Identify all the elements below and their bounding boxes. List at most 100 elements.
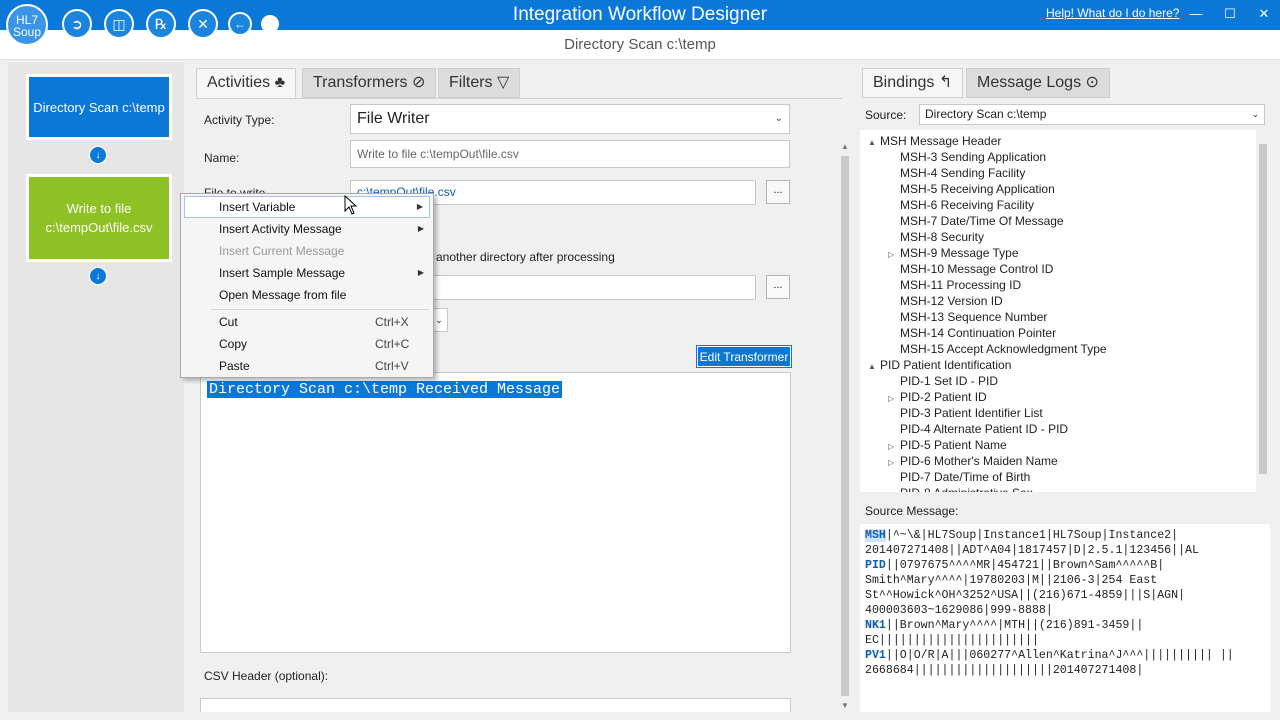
message-line: PID||0797675^^^^MR|454721||Brown^Sam^^^^… xyxy=(865,559,1165,572)
source-select[interactable]: Directory Scan c:\temp ⌄ xyxy=(919,104,1265,125)
mouse-cursor-icon xyxy=(344,195,358,215)
tree-node[interactable]: ▲ PID Patient Identification xyxy=(868,358,1011,374)
expand-toggle-icon[interactable]: ▷ xyxy=(888,250,900,259)
context-menu: Insert Variable ▶ Insert Activity Messag… xyxy=(180,193,434,378)
scroll-up-icon[interactable]: ▲ xyxy=(838,142,852,151)
arrow-down-icon[interactable]: ↓ xyxy=(89,267,107,285)
exit-icon[interactable]: ➲ xyxy=(62,9,92,39)
message-line: NK1||Brown^Mary^^^^|MTH||(216)891-3459|| xyxy=(865,619,1144,632)
menu-item-open-message-from-file[interactable]: Open Message from file xyxy=(184,284,430,306)
tree-node[interactable]: ▷ PID-6 Mother's Maiden Name xyxy=(888,454,1058,470)
scrollbar-thumb[interactable] xyxy=(841,156,849,696)
name-field[interactable]: Write to file c:\tempOut\file.csv xyxy=(350,140,790,168)
scrollbar-thumb[interactable] xyxy=(1259,144,1267,474)
tab-filters[interactable]: Filters ▽ xyxy=(438,68,521,98)
menu-item-label: Copy xyxy=(219,337,248,351)
tree-node[interactable]: PID-7 Date/Time of Birth xyxy=(888,470,1030,486)
close-window-icon[interactable]: ✕ xyxy=(1252,4,1276,24)
tree-node[interactable]: MSH-14 Continuation Pointer xyxy=(888,326,1056,342)
save-icon[interactable]: ◫ xyxy=(104,9,134,39)
tree-node[interactable]: PID-3 Patient Identifier List xyxy=(888,406,1043,422)
tree-node[interactable]: MSH-7 Date/Time Of Message xyxy=(888,214,1064,230)
menu-item-label: Open Message from file xyxy=(219,288,347,302)
menu-item-insert-sample-message[interactable]: Insert Sample Message ▶ xyxy=(184,262,430,284)
tree-node-label: PID-5 Patient Name xyxy=(900,438,1007,452)
tree-node[interactable]: MSH-13 Sequence Number xyxy=(888,310,1047,326)
back-icon[interactable]: ← xyxy=(228,12,252,36)
close-icon[interactable]: ✕ xyxy=(188,9,218,39)
minimize-icon[interactable]: — xyxy=(1184,4,1208,24)
tree-node[interactable]: MSH-10 Message Control ID xyxy=(888,262,1053,278)
vertical-scrollbar[interactable]: ▲ ▼ xyxy=(838,140,852,712)
workflow-card-receiver[interactable]: Directory Scan c:\temp xyxy=(26,74,172,140)
expand-toggle-icon[interactable]: ▷ xyxy=(888,394,900,403)
menu-item-label: Insert Sample Message xyxy=(219,266,346,280)
menu-item-insert-activity-message[interactable]: Insert Activity Message ▶ xyxy=(184,218,430,240)
tree-node-label: MSH-5 Receiving Application xyxy=(900,182,1055,196)
expand-toggle-icon[interactable]: ▷ xyxy=(888,458,900,467)
tree-node[interactable]: PID-4 Alternate Patient ID - PID xyxy=(888,422,1068,438)
expand-toggle-icon[interactable]: ▲ xyxy=(868,138,880,147)
tab-activities[interactable]: Activities ♣ xyxy=(196,68,297,98)
tree-node[interactable]: MSH-4 Sending Facility xyxy=(888,166,1025,182)
arrow-down-icon[interactable]: ↓ xyxy=(89,146,107,164)
menu-separator xyxy=(211,309,429,310)
validate-icon[interactable]: ℞ xyxy=(146,9,176,39)
expand-toggle-icon[interactable]: ▷ xyxy=(888,442,900,451)
tab-bindings[interactable]: Bindings ↰ xyxy=(862,68,964,98)
message-line: 2668684||||||||||||||||||||201407271408| xyxy=(865,664,1144,677)
status-dot xyxy=(261,15,279,33)
tree-node[interactable]: MSH-15 Accept Acknowledgment Type xyxy=(888,342,1107,358)
workflow-card-file-writer[interactable]: Write to file c:\tempOut\file.csv xyxy=(26,174,172,262)
move-after-processing-label: another directory after processing xyxy=(436,250,615,264)
chevron-down-icon: ⌄ xyxy=(1251,109,1259,119)
menu-shortcut: Ctrl+C xyxy=(375,337,410,351)
menu-item-paste[interactable]: Paste Ctrl+V xyxy=(184,355,430,377)
tree-node[interactable]: MSH-5 Receiving Application xyxy=(888,182,1055,198)
tree-node[interactable]: ▲ MSH Message Header xyxy=(868,134,1001,150)
tab-divider xyxy=(196,98,842,99)
tree-scrollbar[interactable] xyxy=(1256,130,1270,492)
tree-node[interactable]: MSH-8 Security xyxy=(888,230,984,246)
message-line: 400003603~1629086|999-8888| xyxy=(865,604,1053,617)
tree-node[interactable]: ▷ MSH-9 Message Type xyxy=(888,246,1019,262)
message-template-editor[interactable]: Directory Scan c:\temp Received Message xyxy=(200,372,791,653)
maximize-icon[interactable]: ☐ xyxy=(1218,4,1242,24)
chevron-down-icon: ⌄ xyxy=(774,113,783,124)
tree-node[interactable]: MSH-11 Processing ID xyxy=(888,278,1021,294)
tree-node[interactable]: PID-1 Set ID - PID xyxy=(888,374,998,390)
browse-directory-button[interactable]: ... xyxy=(766,275,790,299)
tree-node-label: PID-8 Administrative Sex xyxy=(900,486,1033,492)
tree-node[interactable]: ▷ PID-2 Patient ID xyxy=(888,390,987,406)
tree-node-label: MSH-6 Receiving Facility xyxy=(900,198,1035,212)
scroll-down-icon[interactable]: ▼ xyxy=(838,701,852,710)
csv-header-label: CSV Header (optional): xyxy=(204,669,329,683)
menu-item-copy[interactable]: Copy Ctrl+C xyxy=(184,333,430,355)
menu-item-insert-variable[interactable]: Insert Variable ▶ xyxy=(184,196,430,218)
tree-node[interactable]: MSH-12 Version ID xyxy=(888,294,1003,310)
csv-header-field[interactable] xyxy=(200,698,791,712)
browse-file-button[interactable]: ... xyxy=(766,180,790,204)
menu-item-cut[interactable]: Cut Ctrl+X xyxy=(184,311,430,333)
source-message-view[interactable]: MSH|^~\&|HL7Soup|Instance1|HL7Soup|Insta… xyxy=(860,524,1270,712)
help-link[interactable]: Help! What do I do here? xyxy=(1046,6,1179,20)
tree-node[interactable]: PID-8 Administrative Sex xyxy=(888,486,1033,492)
menu-shortcut: Ctrl+V xyxy=(375,359,409,373)
expand-toggle-icon[interactable]: ▲ xyxy=(868,362,880,371)
workflow-card-label: Write to file c:\tempOut\file.csv xyxy=(45,201,153,235)
activity-type-select[interactable]: File Writer ⌄ xyxy=(350,104,790,134)
tab-transformers[interactable]: Transformers ⊘ xyxy=(302,68,437,98)
menu-item-label: Insert Current Message xyxy=(219,244,345,258)
menu-item-insert-current-message: Insert Current Message xyxy=(184,240,430,262)
tab-message-logs[interactable]: Message Logs ⊙ xyxy=(966,68,1110,98)
tree-node-label: MSH-14 Continuation Pointer xyxy=(900,326,1057,340)
message-line: St^^Howick^OH^3252^USA||(216)671-4859|||… xyxy=(865,589,1186,602)
tree-node[interactable]: MSH-3 Sending Application xyxy=(888,150,1046,166)
tree-node-label: MSH-11 Processing ID xyxy=(900,278,1022,292)
tree-node-label: PID Patient Identification xyxy=(880,358,1012,372)
message-line: Smith^Mary^^^^|19780203|M||2106-3|254 Ea… xyxy=(865,574,1158,587)
tree-node[interactable]: ▷ PID-5 Patient Name xyxy=(888,438,1007,454)
tree-node[interactable]: MSH-6 Receiving Facility xyxy=(888,198,1034,214)
edit-transformer-button[interactable]: Edit Transformer xyxy=(696,345,792,368)
message-line: EC||||||||||||||||||||||| xyxy=(865,634,1039,647)
